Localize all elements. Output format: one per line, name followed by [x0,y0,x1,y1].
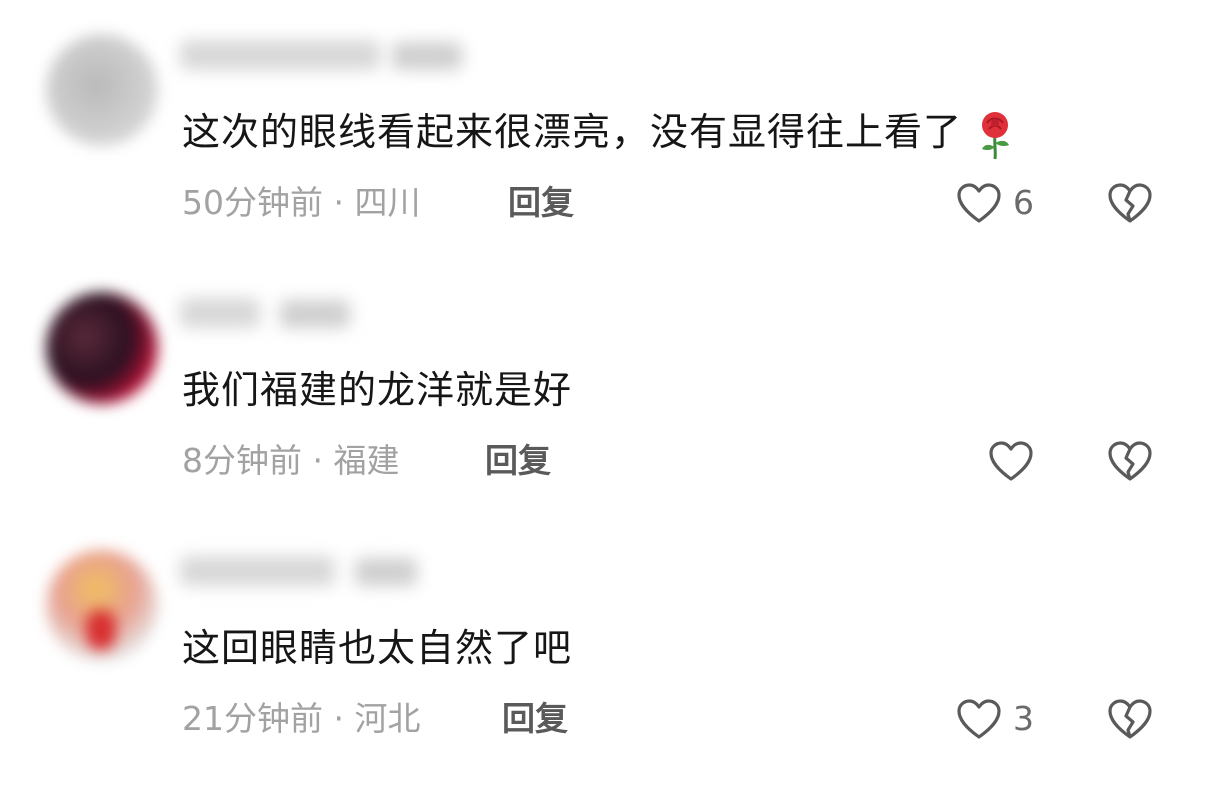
comment-text: 这次的眼线看起来很漂亮，没有显得往上看了 [182,104,1014,161]
comment-text: 这回眼睛也太自然了吧 [182,626,573,670]
heart-outline-icon [989,441,1033,481]
rose-emoji-icon [976,109,1014,161]
dislike-button[interactable] [1106,438,1154,484]
comment-item: 我们福建的龙洋就是好 8分钟前 · 福建 回复 [0,258,1206,498]
meta-separator: · [323,183,355,222]
broken-heart-icon [1108,441,1152,481]
comment-location: 福建 [333,441,400,480]
meta-separator: · [323,699,355,738]
comment-meta: 50分钟前 · 四川 [182,180,420,226]
dislike-button[interactable] [1106,180,1154,226]
comment-time: 21分钟前 [182,699,323,738]
user-tag-blurred [392,42,462,70]
broken-heart-icon [1108,183,1152,223]
username-blurred[interactable] [180,40,380,70]
comment-time: 8分钟前 [182,441,302,480]
comment-location: 四川 [354,183,421,222]
reply-button[interactable]: 回复 [502,696,568,742]
heart-outline-icon [957,699,1001,739]
like-button[interactable]: 3 [955,696,1034,742]
like-count: 6 [1013,183,1034,222]
like-button[interactable]: 6 [955,180,1034,226]
user-tag-blurred [280,300,350,328]
like-count: 3 [1013,699,1034,738]
avatar[interactable] [46,550,158,662]
avatar[interactable] [46,34,158,146]
comment-meta: 8分钟前 · 福建 [182,438,399,484]
reply-button[interactable]: 回复 [508,180,574,226]
comment-text: 我们福建的龙洋就是好 [182,368,573,412]
comment-time: 50分钟前 [182,183,323,222]
avatar[interactable] [46,292,158,404]
username-blurred[interactable] [180,556,335,586]
comment-text-content: 这次的眼线看起来很漂亮，没有显得往上看了 [182,110,963,154]
broken-heart-icon [1108,699,1152,739]
heart-outline-icon [957,183,1001,223]
dislike-button[interactable] [1106,696,1154,742]
reply-button[interactable]: 回复 [485,438,551,484]
username-blurred[interactable] [180,298,260,328]
user-tag-blurred [355,558,417,586]
meta-separator: · [302,441,334,480]
comment-location: 河北 [354,699,421,738]
comment-item: 这次的眼线看起来很漂亮，没有显得往上看了 50分钟前 · 四川 回复 6 [0,0,1206,240]
comment-item: 这回眼睛也太自然了吧 21分钟前 · 河北 回复 3 [0,516,1206,756]
comment-meta: 21分钟前 · 河北 [182,696,420,742]
like-button[interactable] [987,438,1045,484]
